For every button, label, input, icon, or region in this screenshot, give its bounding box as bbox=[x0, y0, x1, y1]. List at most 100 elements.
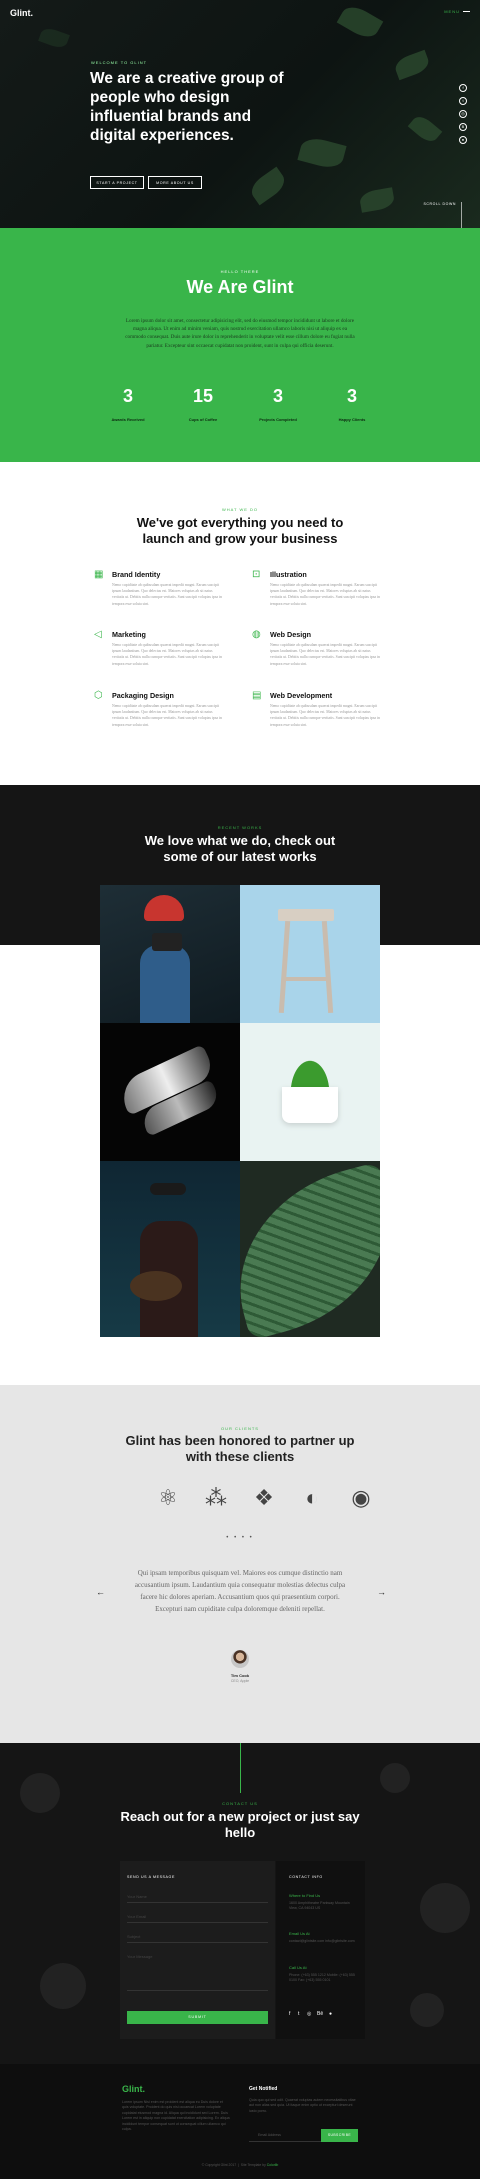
works-kicker: RECENT WORKS bbox=[217, 825, 263, 830]
service-title: Packaging Design bbox=[112, 691, 174, 700]
service-text: Nemo cupiditate ab quibusdam quaerat imp… bbox=[270, 643, 380, 666]
more-about-button[interactable]: MORE ABOUT US bbox=[148, 176, 202, 189]
service-title: Marketing bbox=[112, 630, 146, 639]
stat-clients: 3 Happy Clients bbox=[327, 386, 377, 426]
stat-number: 15 bbox=[192, 386, 214, 406]
service-text: Nemo cupiditate ab quibusdam quaerat imp… bbox=[270, 583, 380, 606]
grass-shape bbox=[280, 1043, 340, 1093]
contact-title: Reach out for a new project or just say … bbox=[120, 1809, 360, 1840]
submit-button[interactable]: SUBMIT bbox=[127, 2011, 268, 2024]
email-text: contact@glintsite.com info@glintsite.com bbox=[289, 1939, 355, 1943]
footer-about: Lorem ipsum Nisi enim est proident est a… bbox=[122, 2100, 230, 2132]
service-title: Brand Identity bbox=[112, 570, 161, 579]
footer: Glint. Lorem ipsum Nisi enim est proiden… bbox=[0, 2064, 480, 2179]
service-text: Nemo cupiditate ab quibusdam quaerat imp… bbox=[112, 643, 222, 666]
service-title: Illustration bbox=[270, 570, 307, 579]
stool-rung-shape bbox=[286, 977, 328, 981]
subscribe-button[interactable]: SUBSCRIBE bbox=[321, 2129, 358, 2142]
service-title: Web Development bbox=[270, 691, 333, 700]
twitter-icon[interactable]: t bbox=[459, 97, 467, 105]
testimonial-quote: Qui ipsam temporibus quisquam vel. Maior… bbox=[134, 1569, 346, 1613]
section-divider-line bbox=[240, 1743, 241, 1793]
service-text: Nemo cupiditate ab quibusdam quaerat imp… bbox=[112, 704, 222, 727]
instagram-icon[interactable]: ◎ bbox=[459, 110, 467, 118]
service-title: Web Design bbox=[270, 630, 312, 639]
works-title: We love what we do, check out some of ou… bbox=[144, 833, 336, 864]
service-text: Nemo cupiditate ab quibusdam quaerat imp… bbox=[112, 583, 222, 606]
stat-label: Projects Completed bbox=[259, 417, 297, 422]
colorlib-link[interactable]: Colorlib bbox=[267, 2163, 279, 2167]
pot-shape bbox=[282, 1087, 338, 1123]
ivy-leaf-decoration bbox=[297, 134, 347, 172]
stat-label: Cups of Coffee bbox=[188, 417, 218, 422]
newsletter-email-input[interactable]: Email Address bbox=[249, 2129, 321, 2142]
work-shoes[interactable] bbox=[100, 1023, 240, 1161]
stat-label: Awards Received bbox=[111, 417, 145, 422]
stat-number: 3 bbox=[346, 386, 357, 406]
about-section: HELLO THERE We Are Glint Lorem ipsum dol… bbox=[0, 228, 480, 462]
palm-leaf-shape bbox=[240, 1161, 380, 1337]
instagram-icon[interactable]: ◎ bbox=[307, 2011, 311, 2017]
call-label: Call Us At bbox=[289, 1965, 307, 1970]
work-photographer[interactable] bbox=[100, 885, 240, 1023]
dribbble-icon[interactable]: ● bbox=[329, 2011, 332, 2017]
behance-icon[interactable]: Bē bbox=[317, 2011, 323, 2017]
next-arrow-icon[interactable]: → bbox=[377, 1587, 386, 1597]
group-icon: ⊡ bbox=[252, 569, 261, 580]
ivy-leaf-decoration bbox=[407, 112, 443, 146]
guitar-shape bbox=[130, 1271, 182, 1301]
work-stool[interactable] bbox=[240, 885, 380, 1023]
message-field[interactable]: Your Message bbox=[127, 1951, 268, 1991]
services-kicker: WHAT WE DO bbox=[221, 507, 259, 512]
dropbox-icon[interactable]: ❖ bbox=[251, 1485, 277, 1511]
copyright-text: © Copyright Glint 2017 bbox=[201, 2163, 237, 2167]
firefox-icon[interactable]: ◉ bbox=[348, 1485, 374, 1511]
facebook-icon[interactable]: f bbox=[289, 2011, 290, 2017]
about-title: We Are Glint bbox=[186, 277, 294, 297]
work-leaf[interactable] bbox=[240, 1161, 380, 1337]
stat-awards: 3 Awards Received bbox=[103, 386, 153, 426]
avatar bbox=[231, 1650, 249, 1668]
template-credit: Site Template by bbox=[240, 2163, 266, 2167]
site-logo[interactable]: Glint. bbox=[10, 8, 33, 18]
where-text: 1600 Amphitheatre Parkway Mountain View,… bbox=[289, 1901, 350, 1911]
scroll-down-link[interactable]: SCROLL DOWN bbox=[423, 202, 456, 206]
contact-kicker: CONTACT US bbox=[222, 1801, 258, 1806]
prev-arrow-icon[interactable]: ← bbox=[96, 1587, 105, 1597]
email-field[interactable]: Your Email bbox=[127, 1911, 268, 1923]
envato-icon[interactable]: ◐ bbox=[299, 1485, 325, 1511]
behance-icon[interactable]: B bbox=[459, 123, 467, 131]
contact-section: CONTACT US Reach out for a new project o… bbox=[0, 1743, 480, 2064]
stool-seat-shape bbox=[278, 909, 334, 921]
twitter-icon[interactable]: t bbox=[298, 2011, 299, 2017]
work-plant[interactable] bbox=[240, 1023, 380, 1161]
work-guitarist[interactable] bbox=[100, 1161, 240, 1337]
ivy-leaf-decoration bbox=[358, 187, 396, 213]
atom-icon[interactable]: ⚛ bbox=[155, 1485, 181, 1511]
clients-title: Glint has been honored to partner up wit… bbox=[125, 1433, 355, 1464]
copyright: © Copyright Glint 2017 | Site Template b… bbox=[201, 2163, 279, 2167]
footer-logo[interactable]: Glint. bbox=[122, 2084, 145, 2094]
hero-headline: We are a creative group of people who de… bbox=[90, 70, 284, 144]
menu-toggle[interactable]: MENU bbox=[444, 9, 470, 14]
apple-icon[interactable] bbox=[106, 1485, 132, 1511]
megaphone-icon: ◁ bbox=[94, 629, 102, 640]
facebook-icon[interactable]: f bbox=[459, 84, 467, 92]
dribbble-icon[interactable]: ● bbox=[459, 136, 467, 144]
services-title: We've got everything you need to launch … bbox=[136, 515, 344, 546]
newsletter-title: Get Notified bbox=[249, 2086, 278, 2092]
start-project-button[interactable]: START A PROJECT bbox=[90, 176, 144, 189]
service-text: Nemo cupiditate ab quibusdam quaerat imp… bbox=[270, 704, 380, 727]
subject-field[interactable]: Subject bbox=[127, 1931, 268, 1943]
hero-section: Glint. MENU WELCOME TO GLINT We are a cr… bbox=[0, 0, 480, 228]
carousel-dots[interactable]: • • • • bbox=[0, 1535, 480, 1541]
stat-projects: 3 Projects Completed bbox=[253, 386, 303, 426]
testimonial-author: Tim Cook bbox=[230, 1673, 250, 1678]
newsletter-text: Quia quo qui sed odit. Quaerat voluptas … bbox=[249, 2098, 356, 2113]
scroll-line bbox=[461, 202, 462, 228]
ivy-leaf-decoration bbox=[392, 49, 432, 81]
stool-leg-shape bbox=[321, 920, 334, 1014]
name-field[interactable]: Your Name bbox=[127, 1891, 268, 1903]
blackberry-icon[interactable]: ⁂ bbox=[203, 1485, 229, 1511]
call-text: Phone: (+63) 555 1212 Mobile: (+63) 555 … bbox=[289, 1973, 355, 1983]
